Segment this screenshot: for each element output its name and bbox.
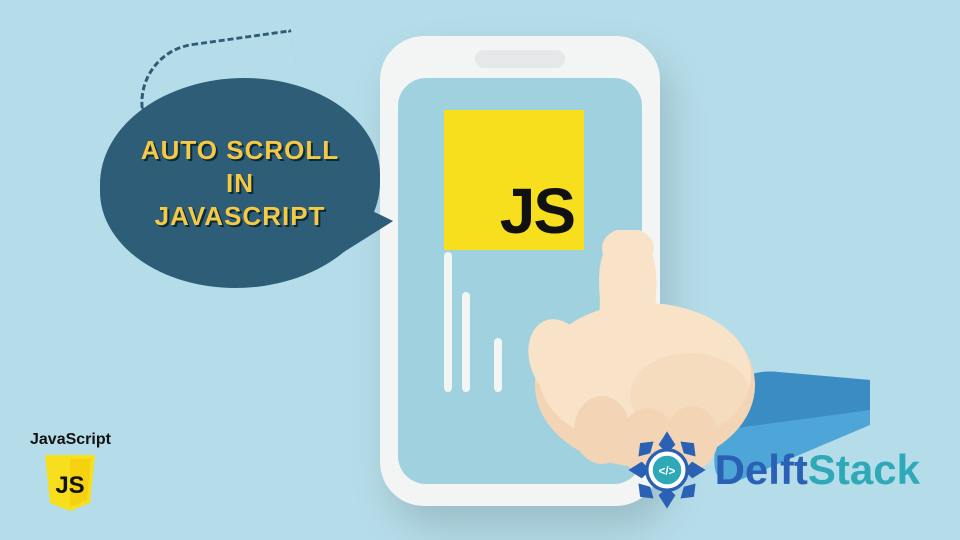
bubble-line-2: IN — [226, 168, 254, 199]
svg-text:</>: </> — [658, 465, 675, 478]
bubble-title: AUTO SCROLL IN JAVASCRIPT — [100, 78, 380, 288]
javascript-badge: JavaScript JS — [30, 431, 111, 518]
delftstack-rosette-icon: </> — [625, 428, 709, 512]
brand-part-1: Delft — [715, 446, 808, 493]
speech-bubble: AUTO SCROLL IN JAVASCRIPT — [100, 78, 380, 288]
js-logo-tile: JS — [444, 110, 584, 250]
bubble-line-3: JAVASCRIPT — [155, 201, 326, 232]
bubble-line-1: AUTO SCROLL — [141, 135, 339, 166]
javascript-badge-label: JavaScript — [30, 431, 111, 449]
phone-notch — [475, 50, 565, 68]
js-shield-icon: JS — [43, 453, 97, 513]
delftstack-logo: </> DelftStack — [625, 428, 920, 512]
svg-text:JS: JS — [56, 472, 85, 499]
brand-part-2: Stack — [808, 446, 920, 493]
delftstack-wordmark: DelftStack — [715, 446, 920, 494]
scroll-lines — [444, 252, 512, 392]
